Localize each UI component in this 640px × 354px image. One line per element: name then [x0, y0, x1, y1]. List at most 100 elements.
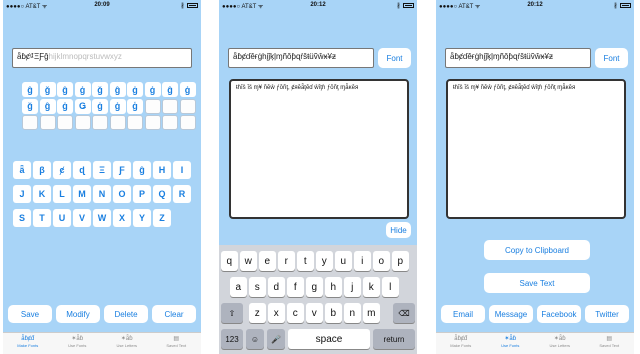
keyboard-key[interactable]: u	[335, 251, 352, 271]
accent-key[interactable]: ġ	[179, 82, 196, 97]
space-key[interactable]: space	[288, 329, 370, 349]
empty-accent-slot[interactable]	[162, 115, 178, 130]
keyboard-key[interactable]: j	[344, 277, 361, 297]
empty-accent-slot[interactable]	[74, 115, 91, 130]
accent-key[interactable]: ĝ	[57, 82, 73, 97]
keyboard-key[interactable]: q	[221, 251, 238, 271]
letter-key[interactable]: H	[153, 161, 171, 179]
accent-key[interactable]: ǧ	[92, 82, 108, 97]
keyboard-key[interactable]: e	[259, 251, 276, 271]
letter-key[interactable]: V	[73, 209, 91, 227]
accent-key[interactable]: ĝ	[22, 82, 38, 97]
font-button[interactable]: Font	[595, 48, 628, 68]
empty-accent-slot[interactable]	[144, 115, 161, 130]
letter-key[interactable]: P	[133, 185, 151, 203]
twitter-button[interactable]: Twitter	[585, 305, 629, 323]
accent-key[interactable]: ĝ	[162, 82, 178, 97]
empty-accent-slot[interactable]	[22, 115, 38, 130]
keyboard-key[interactable]: l	[382, 277, 399, 297]
empty-accent-slot[interactable]	[179, 98, 196, 114]
accent-key[interactable]: ĝ	[39, 98, 56, 114]
letter-key[interactable]: W	[93, 209, 111, 227]
tab-use-letters[interactable]: ✶ǟɓ Use Letters	[535, 335, 585, 348]
keyboard-key[interactable]: c	[287, 303, 304, 323]
accent-key[interactable]: Ǥ	[74, 98, 91, 114]
keyboard-key[interactable]: a	[230, 277, 247, 297]
letter-key[interactable]: ĝ	[133, 161, 151, 179]
microphone-key[interactable]: 🎤	[267, 329, 285, 349]
empty-accent-slot[interactable]	[57, 115, 73, 130]
accent-key[interactable]: ģ	[127, 98, 143, 114]
letter-key[interactable]: Ƒ	[113, 161, 131, 179]
font-button[interactable]: Font	[378, 48, 411, 68]
letter-key[interactable]: U	[53, 209, 71, 227]
accent-key[interactable]: ǧ	[39, 82, 56, 97]
text-editor[interactable]: ŧɦĭš ĭš ɱ¥ ñĕŵ ƒŏñţ, ȼяĕǟţĕɗ ŵĭţɦ ƒŏñţ ɱ…	[229, 79, 409, 219]
tab-use-letters[interactable]: ✶ǟɓ Use Letters	[102, 335, 152, 348]
font-preview-input[interactable]: ǟɓȼ₫ΞƑĝhijklmnopqrstuvwxyz	[12, 48, 192, 68]
keyboard-key[interactable]: s	[249, 277, 266, 297]
message-button[interactable]: Message	[489, 305, 533, 323]
keyboard-key[interactable]: r	[278, 251, 295, 271]
keyboard-key[interactable]: d	[268, 277, 285, 297]
keyboard-key[interactable]: k	[363, 277, 380, 297]
letter-key[interactable]: S	[13, 209, 31, 227]
keyboard-key[interactable]: m	[363, 303, 380, 323]
return-key[interactable]: return	[373, 329, 415, 349]
hide-keyboard-button[interactable]: Hide	[386, 222, 411, 238]
letter-key[interactable]: Z	[153, 209, 171, 227]
tab-make-fonts[interactable]: ǟɓȼđ Make Fonts	[3, 335, 53, 348]
accent-key[interactable]: ġ	[92, 98, 108, 114]
keyboard-key[interactable]: f	[287, 277, 304, 297]
empty-accent-slot[interactable]	[162, 98, 178, 114]
numbers-key[interactable]: 123	[221, 329, 243, 349]
keyboard-key[interactable]: p	[392, 251, 409, 271]
keyboard-key[interactable]: h	[325, 277, 342, 297]
letter-key[interactable]: M	[73, 185, 91, 203]
empty-accent-slot[interactable]	[39, 115, 56, 130]
font-name-input[interactable]: ǟɓȼɗêғġhįĵķļɱñǒƥɋŕšŧüṽŵӿ¥ƶ	[228, 48, 374, 68]
keyboard-key[interactable]: z	[249, 303, 266, 323]
delete-button[interactable]: Delete	[104, 305, 148, 323]
tab-make-fonts[interactable]: ǟɓȼđ Make Fonts	[436, 335, 486, 348]
tab-saved-text[interactable]: ▤ Saved Text	[585, 335, 635, 348]
keyboard-key[interactable]: y	[316, 251, 333, 271]
letter-key[interactable]: ǟ	[13, 161, 31, 179]
facebook-button[interactable]: Facebook	[537, 305, 581, 323]
accent-key[interactable]: ġ	[74, 82, 91, 97]
text-editor[interactable]: ŧɦĭš ĭš ɱ¥ ñĕŵ ƒŏñţ, ȼяĕǟţĕɗ ŵĭţɦ ƒŏñţ ɱ…	[446, 79, 626, 219]
letter-key[interactable]: L	[53, 185, 71, 203]
accent-key[interactable]: ĝ	[109, 82, 126, 97]
keyboard-key[interactable]: w	[240, 251, 257, 271]
keyboard-key[interactable]: n	[344, 303, 361, 323]
save-button[interactable]: Save	[8, 305, 52, 323]
letter-key[interactable]: I	[173, 161, 191, 179]
empty-accent-slot[interactable]	[179, 115, 196, 130]
emoji-key[interactable]: ☺	[246, 329, 264, 349]
save-text-button[interactable]: Save Text	[484, 273, 590, 293]
keyboard-key[interactable]: t	[297, 251, 314, 271]
tab-saved-text[interactable]: ▤ Saved Text	[152, 335, 202, 348]
keyboard-key[interactable]: b	[325, 303, 342, 323]
tab-use-fonts[interactable]: ✶ǟɓ Use Fonts	[53, 335, 103, 348]
letter-key[interactable]: K	[33, 185, 51, 203]
letter-key[interactable]: ɖ	[73, 161, 91, 179]
copy-to-clipboard-button[interactable]: Copy to Clipboard	[484, 240, 590, 260]
keyboard-key[interactable]: v	[306, 303, 323, 323]
letter-key[interactable]: ȼ	[53, 161, 71, 179]
letter-key[interactable]: Q	[153, 185, 171, 203]
shift-key[interactable]: ⇧	[221, 303, 243, 323]
letter-key[interactable]: J	[13, 185, 31, 203]
tab-use-fonts[interactable]: ✶ǟɓ Use Fonts	[486, 335, 536, 348]
keyboard-key[interactable]: g	[306, 277, 323, 297]
empty-accent-slot[interactable]	[109, 115, 126, 130]
empty-accent-slot[interactable]	[92, 115, 108, 130]
keyboard-key[interactable]: x	[268, 303, 285, 323]
clear-button[interactable]: Clear	[152, 305, 196, 323]
letter-key[interactable]: R	[173, 185, 191, 203]
letter-key[interactable]: Y	[133, 209, 151, 227]
accent-key[interactable]: ġ	[109, 98, 126, 114]
letter-key[interactable]: Ξ	[93, 161, 111, 179]
accent-key[interactable]: ğ	[22, 98, 38, 114]
letter-key[interactable]: N	[93, 185, 111, 203]
